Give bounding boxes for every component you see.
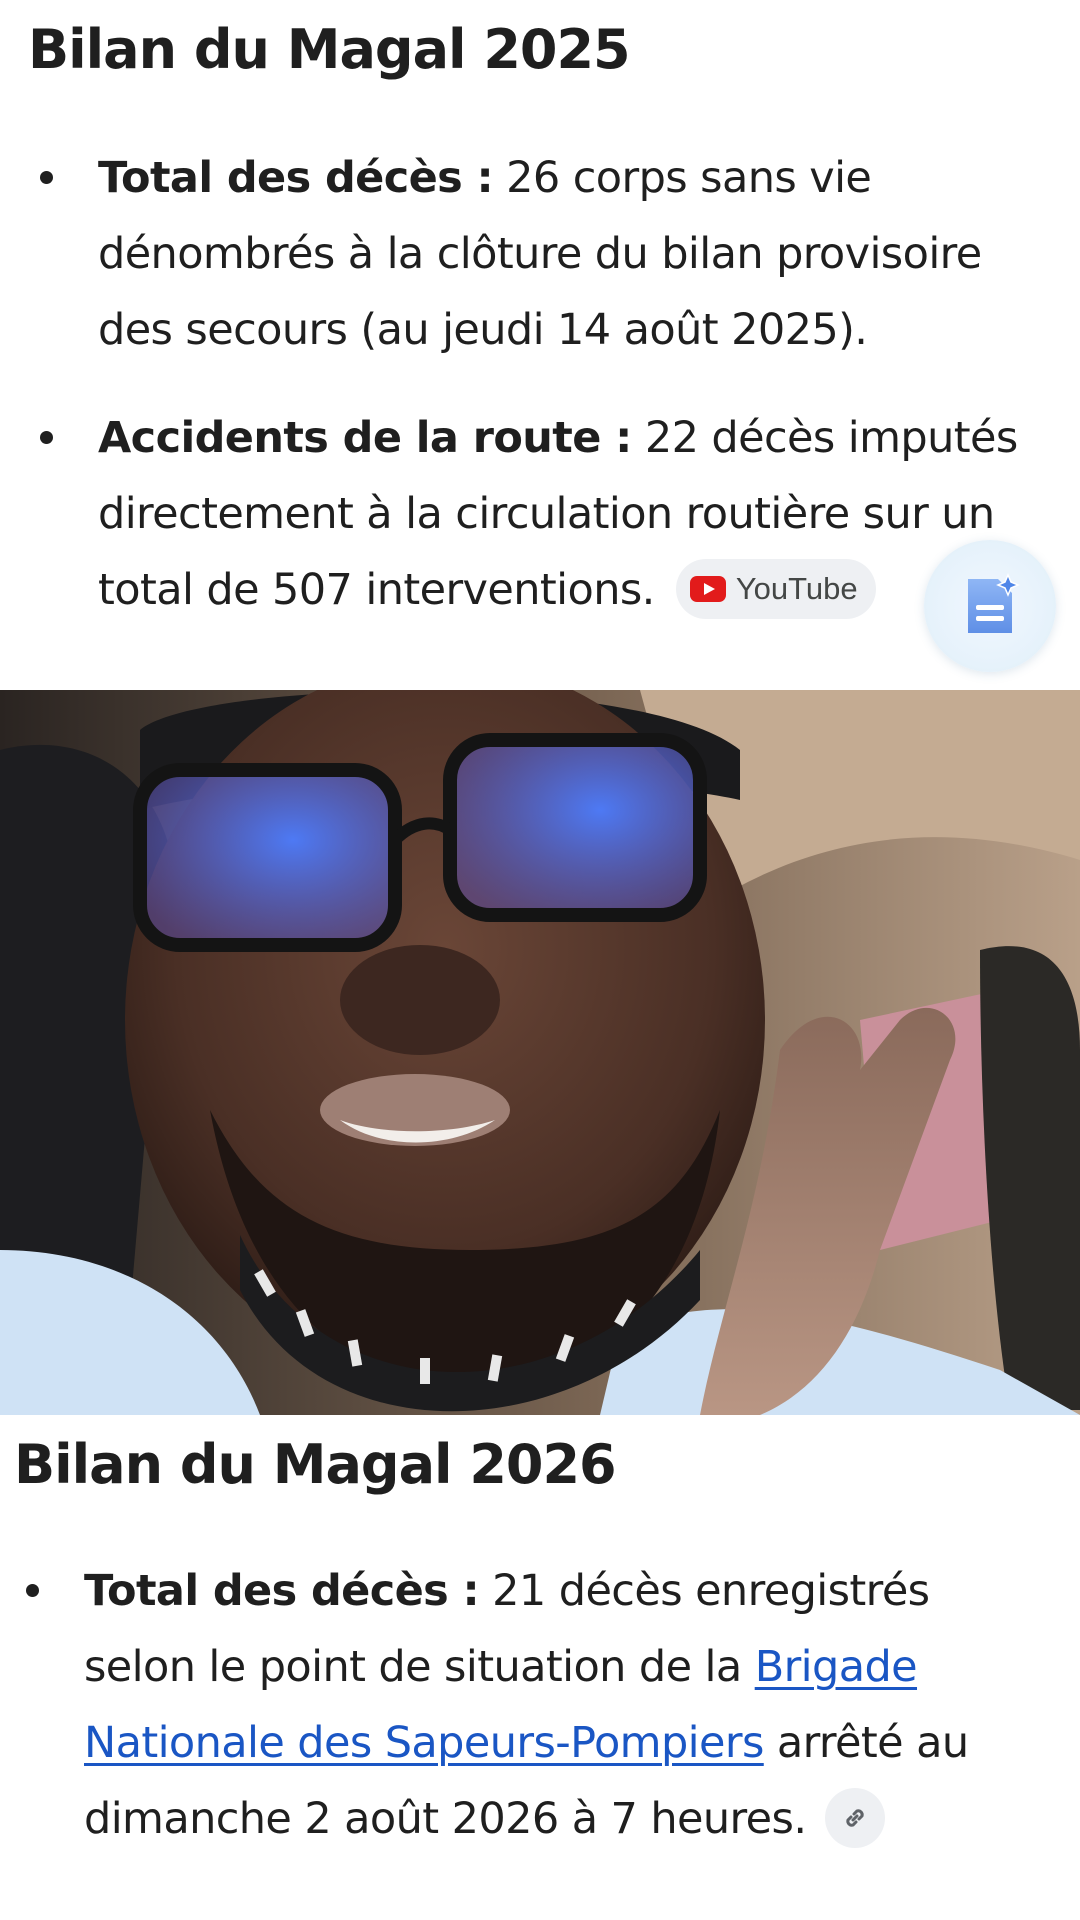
bilan-2025-list: Total des décès : 26 corps sans vie déno… (40, 140, 1050, 628)
bullet-label: Accidents de la route : (98, 413, 632, 463)
bilan-2026-heading: Bilan du Magal 2026 (14, 1433, 617, 1496)
youtube-icon (689, 575, 726, 602)
video-image (0, 690, 1080, 1415)
bullet-label: Total des décès : (98, 153, 494, 203)
list-item: Total des décès : 21 décès enregistrés s… (26, 1553, 1026, 1857)
source-chip-label: YouTube (735, 571, 858, 606)
doc-sparkle-button[interactable] (924, 540, 1056, 672)
bullet-icon (40, 431, 53, 444)
link-icon (846, 1808, 865, 1827)
bilan-2025-heading: Bilan du Magal 2025 (28, 18, 631, 81)
list-item: Total des décès : 26 corps sans vie déno… (40, 140, 1050, 368)
list-item: Accidents de la route : 22 décès imputés… (40, 400, 1050, 628)
video-frame[interactable] (0, 690, 1080, 1415)
bilan-2026-list: Total des décès : 21 décès enregistrés s… (26, 1553, 1026, 1857)
bullet-label: Total des décès : (84, 1566, 480, 1616)
bilan-2025-section: Bilan du Magal 2025 Total des décès : 26… (0, 0, 1080, 690)
doc-sparkle-icon (968, 573, 1020, 633)
youtube-source-chip[interactable]: YouTube (675, 558, 876, 619)
link-chip-button[interactable] (825, 1787, 886, 1848)
bullet-icon (40, 171, 53, 184)
bullet-icon (26, 1584, 39, 1597)
bilan-2026-section: Bilan du Magal 2026 Total des décès : 21… (0, 1415, 1080, 1920)
